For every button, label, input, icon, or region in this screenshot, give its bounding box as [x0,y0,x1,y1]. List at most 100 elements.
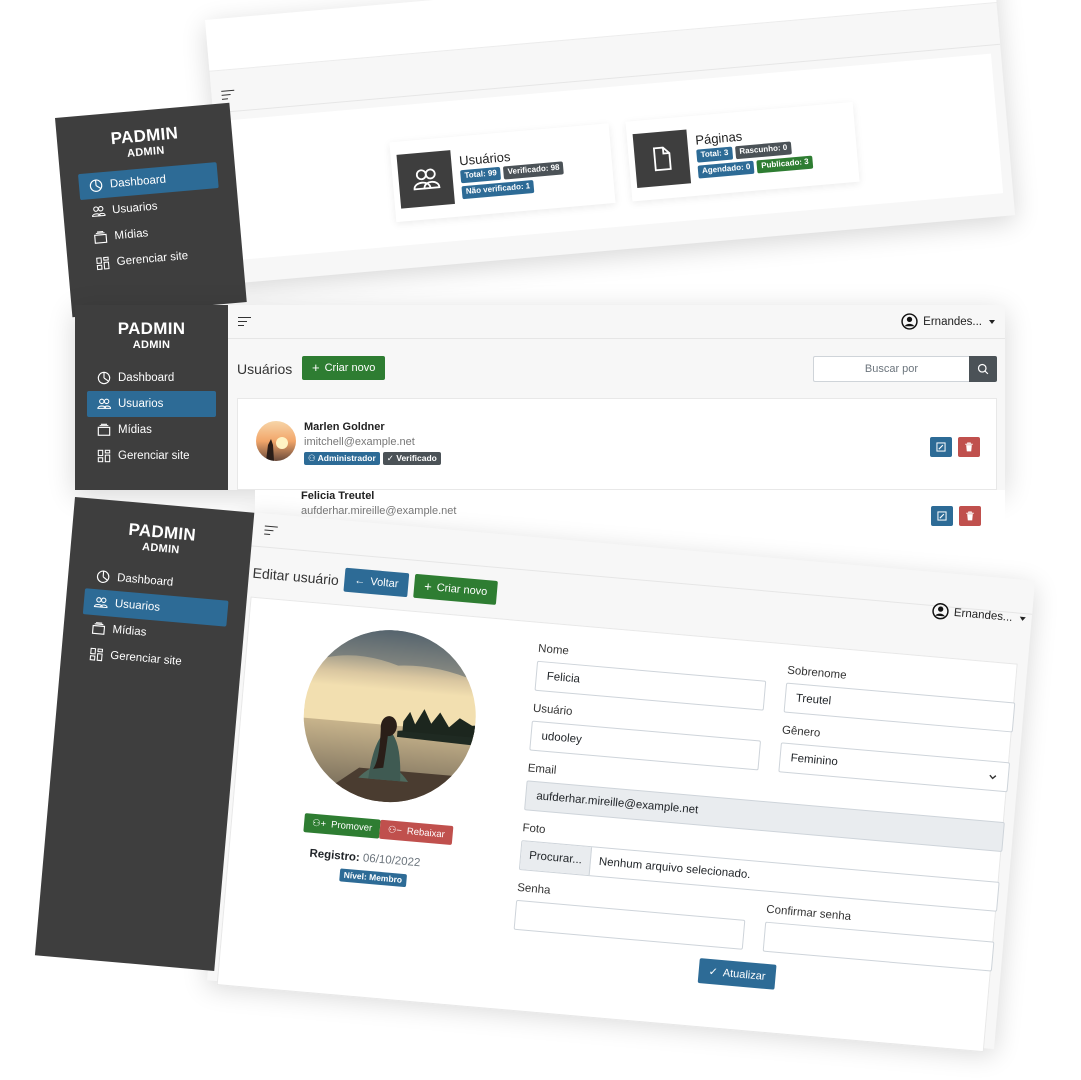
search-button[interactable] [969,356,997,382]
first-name-label: Nome [537,642,570,658]
create-user-button[interactable]: + Criar novo [413,573,499,605]
nav-users-label: Usuarios [111,200,159,217]
list-item[interactable]: Marlen Goldner imitchell@example.net ⚇ A… [256,421,441,466]
trash-icon [965,511,975,521]
user-menu-label: Ernandes... [923,315,982,328]
user-menu[interactable]: Ernandes... [901,313,995,330]
email-input: aufderhar.mireille@example.net [524,780,1005,853]
submit-button[interactable]: ✓ Atualizar [697,958,777,990]
users-screen: PADMIN ADMIN Dashboard Usuarios Mídias G… [75,305,1005,531]
users-icon [91,204,106,219]
registration-date: 06/10/2022 [362,852,421,870]
browse-button[interactable]: Procurar... [519,841,593,876]
user-name: Marlen Goldner [304,421,385,433]
brand: PADMIN ADMIN [87,319,216,351]
status-badge: ✓ Verificado [382,452,441,466]
user-name: Felicia Treutel [301,490,375,502]
photo-file-input[interactable]: Procurar... Nenhum arquivo selecionado. [518,840,1000,912]
plus-icon: + [312,360,320,375]
edit-button[interactable] [931,506,953,526]
nav-users[interactable]: Usuarios [87,391,216,417]
password-label: Senha [516,881,551,897]
row-actions [931,506,981,526]
dashboard-icon [97,371,111,385]
nav-site-label: Gerenciar site [118,450,190,462]
edit-icon [936,442,946,452]
users-unverified-badge: Não verificado: 1 [461,179,535,200]
search-group: Buscar por [813,356,997,382]
demote-button[interactable]: ⚇− Rebaixar [379,819,454,846]
pages-published-badge: Publicado: 3 [756,155,814,174]
level-badge: Nível: Membro [339,868,407,888]
last-name-input[interactable]: Treutel [783,682,1016,733]
media-icon [97,423,111,437]
last-name-label: Sobrenome [786,664,847,682]
user-minus-icon: ⚇− [387,824,403,837]
nav-dashboard[interactable]: Dashboard [87,365,216,391]
brand-subtitle: ADMIN [132,339,171,351]
demote-label: Rebaixar [406,826,446,841]
row-actions [930,437,980,457]
delete-button[interactable] [958,437,980,457]
create-user-button[interactable]: + Criar novo [302,356,386,380]
brand: PADMIN ADMIN [89,517,235,561]
edit-button[interactable] [930,437,952,457]
hamburger-icon[interactable] [238,316,251,327]
layout-icon [97,449,111,463]
nav-media-label: Mídias [112,623,147,639]
plus-icon: + [423,578,433,595]
username-label: Usuário [532,702,573,719]
dashboard-screen: Ernandes... Usuários Total: 99 Verificad… [205,0,1016,284]
users-verified-badge: Verificado: 98 [503,161,565,180]
confirm-password-input[interactable] [762,921,995,972]
dashboard-icon [88,178,103,193]
edit-screen: Editar usuário ← Voltar + Criar novo Ernan… [207,512,1035,1053]
photo-label: Foto [521,822,546,837]
arrow-left-icon: ← [353,574,366,588]
user-menu-label: Ernandes... [953,606,1014,624]
chevron-down-icon [989,774,997,780]
gender-select[interactable]: Feminino [778,742,1011,793]
search-icon [977,363,989,375]
users-heading: Usuários [237,361,293,377]
photo-file-name: Nenhum arquivo selecionado. [598,855,752,882]
username-input[interactable]: udooley [529,720,762,771]
gender-label: Gênero [781,724,821,740]
caret-down-icon [1019,616,1026,621]
submit-label: Atualizar [722,966,767,983]
users-stat-card[interactable]: Usuários Total: 99 Verificado: 98 Não ve… [389,123,616,223]
nav-users-label: Usuarios [114,597,161,614]
registration-label: Registro: [308,847,361,865]
nav-site-label: Gerenciar site [116,249,189,269]
nav-site[interactable]: Gerenciar site [87,443,216,469]
users-list-panel: Marlen Goldner imitchell@example.net ⚇ A… [237,398,997,531]
password-input[interactable] [513,899,746,950]
edit-icon [937,511,947,521]
pages-stat-card[interactable]: Páginas Total: 3 Rascunho: 0 Agendado: 0… [625,101,860,202]
check-icon: ✓ [708,965,719,979]
promote-button[interactable]: ⚇+ Promover [303,813,381,839]
brand-title: PADMIN [117,319,186,338]
hamburger-icon[interactable] [264,525,278,536]
first-name-input[interactable]: Felicia [534,660,767,711]
back-label: Voltar [369,575,399,591]
nav-media-label: Mídias [114,227,149,243]
pages-total-badge: Total: 3 [696,146,734,163]
profile-photo [296,622,483,810]
dashboard-window: Ernandes... Usuários Total: 99 Verificad… [205,0,1016,284]
promote-label: Promover [330,819,373,835]
users-topbar: Ernandes... [228,305,1005,339]
back-button[interactable]: ← Voltar [343,567,410,598]
hamburger-icon[interactable] [221,89,235,100]
users-icon [97,397,111,411]
pages-draft-badge: Rascunho: 0 [734,141,792,160]
user-email: imitchell@example.net [304,436,415,448]
users-total-badge: Total: 99 [460,167,502,184]
delete-button[interactable] [959,506,981,526]
search-input[interactable]: Buscar por [813,356,969,382]
file-icon [632,129,692,188]
create-user-label: Criar novo [436,581,488,599]
nav-media[interactable]: Mídias [87,417,216,443]
users-sidebar: PADMIN ADMIN Dashboard Usuarios Mídias G… [75,305,228,490]
create-user-label: Criar novo [324,362,376,374]
